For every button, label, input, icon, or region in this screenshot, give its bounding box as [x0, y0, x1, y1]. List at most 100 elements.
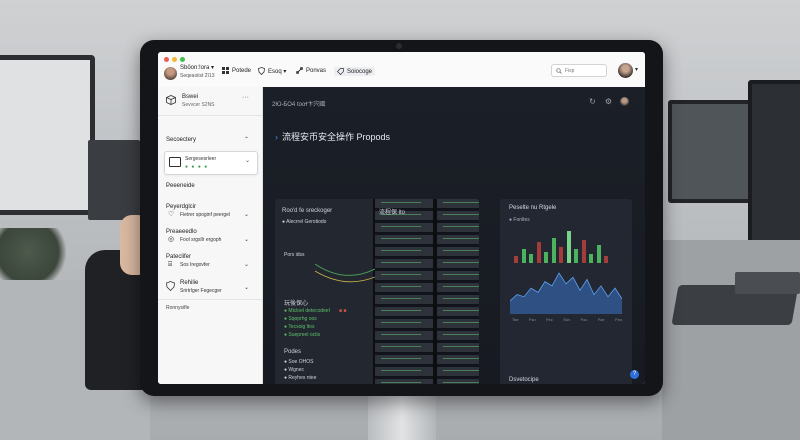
main-toolbar: ↻ ⚙ — [588, 97, 629, 106]
section-label: Pors idss — [284, 252, 305, 258]
chevron-down-icon[interactable]: ⌄ — [244, 211, 249, 218]
menu-label: Ponvas — [306, 67, 327, 74]
shield-icon — [166, 281, 175, 291]
background-monitor-right-1 — [668, 100, 756, 203]
screen: Sbōon:!ora ▾ Seqeaoiist 2ī13 Potede Esoq… — [158, 52, 645, 384]
menu-ponvas[interactable]: Ponvas — [296, 67, 326, 74]
sidebar-heading-pateclifer[interactable]: Pateclifer — [166, 254, 191, 260]
section-label: 玩後保心 — [284, 301, 309, 307]
sidebar: Bswei Sevvcer S2NS ··· Secoectery ⌃ Serg… — [158, 87, 263, 384]
chart-bar — [536, 242, 541, 263]
chart-bar — [529, 253, 533, 263]
axis-tick-label: Feo — [615, 317, 622, 322]
axis-tick-label: Fso — [528, 317, 536, 322]
key-icon: ⌸ — [168, 261, 173, 268]
breadcrumb[interactable]: 2Ю-БО4 tooɫ卞宍國 — [272, 99, 325, 108]
server-rack-panel[interactable]: Roo'd fe sreckoger ● Alecrrel Gerotiodo … — [275, 199, 479, 384]
sidebar-heading-preaeeedlo[interactable]: Preaeeedlo — [166, 229, 197, 235]
monitor-icon — [169, 157, 181, 167]
background-screen-left — [88, 140, 140, 220]
menu-esoq[interactable]: Esoq ▾ — [258, 67, 286, 75]
axis-tick-label: Foc — [580, 317, 588, 322]
monitor-stand — [368, 395, 436, 440]
user-avatar[interactable] — [620, 97, 629, 106]
page-title-text: 流程安币安全操作 Propods — [282, 132, 391, 142]
chevron-down-icon[interactable]: ⌄ — [244, 236, 249, 243]
axis-tick-label: Fec — [546, 317, 553, 322]
sidebar-item-label[interactable]: Srirtrlger Fegecger — [180, 288, 222, 294]
shield-icon — [258, 67, 265, 75]
profile-avatar[interactable] — [618, 63, 633, 78]
chart-bar — [514, 256, 518, 263]
sidebar-heading-peyerdglcir[interactable]: Peyerdglcir — [166, 204, 196, 210]
list-item: ● Reyhes ntee — [284, 375, 317, 381]
panel-title: Peselte nu Rtgele — [509, 205, 557, 211]
chevron-down-icon[interactable]: ▾ — [635, 66, 638, 73]
menu-potede[interactable]: Potede — [222, 67, 251, 74]
sidebar-item-label[interactable]: Sos Iregovfer — [180, 262, 210, 268]
page-title: › 流程安币安全操作 Propods — [275, 130, 390, 143]
sidebar-heading-rehilie[interactable]: Rehilie — [180, 280, 198, 286]
chart-bar — [604, 256, 608, 263]
chevron-down-icon[interactable]: ⌄ — [245, 157, 250, 164]
grid-icon — [222, 67, 229, 74]
server-rack-2 — [435, 199, 479, 384]
background-desk-right — [662, 240, 800, 440]
card-label: Sergesesrleer — [185, 156, 217, 162]
chevron-down-icon[interactable]: ⌄ — [244, 284, 249, 291]
menu-label: Potede — [232, 67, 252, 74]
cube-icon: ▫ — [166, 183, 169, 190]
chart-bar — [544, 251, 548, 263]
list-item: ● Suepreel octis — [284, 332, 321, 338]
chart-bar — [551, 237, 556, 263]
menu-label: Soiocoge — [347, 68, 373, 75]
search-placeholder: Fisp — [565, 67, 575, 74]
background-monitor-right-2 — [748, 80, 800, 258]
sidebar-subtitle: Sevvcer S2NS — [182, 102, 215, 108]
refresh-icon[interactable]: ↻ — [588, 97, 597, 106]
chart-bar — [521, 249, 526, 263]
close-dot[interactable] — [164, 57, 169, 62]
chart-bar — [559, 247, 563, 263]
status-dots: ● ● ● ● — [185, 164, 209, 170]
settings-icon[interactable]: ⚙ — [604, 97, 613, 106]
chart-axis: Toe Fso Fec Sov Foc Foe Feo — [512, 317, 622, 322]
menu-label: Esoq ▾ — [268, 68, 287, 75]
list-item: ● Soe OHOS — [284, 359, 314, 365]
sidebar-card-selected[interactable]: Sergesesrleer ● ● ● ● ⌄ — [164, 151, 258, 175]
section-label: Podes — [284, 349, 302, 355]
more-icon[interactable]: ··· — [242, 94, 249, 101]
search-input[interactable]: Fisp — [551, 64, 607, 77]
app-title[interactable]: Sbōon:!ora ▾ — [180, 65, 214, 72]
pin-icon: ◎ — [168, 236, 175, 243]
avatar[interactable] — [164, 67, 177, 80]
chart-bar — [589, 253, 593, 263]
section-label: Dsvetocipe — [509, 377, 539, 383]
status-marker: ■ ■ — [339, 308, 347, 314]
help-button[interactable]: ? — [630, 370, 639, 379]
axis-tick-label: Foe — [597, 317, 605, 322]
area-chart — [510, 272, 622, 314]
search-icon — [556, 67, 562, 74]
maximize-dot[interactable] — [180, 57, 185, 62]
list-item: ● Micloel detecodeel — [284, 308, 330, 314]
sidebar-section-title[interactable]: Secoectery — [166, 137, 196, 143]
background-plant — [0, 228, 70, 288]
metrics-panel[interactable]: Peselte nu Rtgele ● Fonltes Toe Fso Fec Sov… — [500, 199, 632, 384]
link-icon — [296, 67, 303, 74]
app-subtitle: Seqeaoiist 2ī13 — [180, 73, 215, 79]
chevron-down-icon[interactable]: ⌄ — [244, 261, 249, 268]
cable-decoration — [315, 263, 375, 283]
heart-icon: ♡ — [168, 211, 175, 218]
window-controls[interactable] — [164, 57, 185, 62]
chart-bar — [566, 231, 571, 263]
sidebar-item-label[interactable]: Fietrer spoginf peergel — [180, 212, 230, 218]
menu-soiocoge[interactable]: Soiocoge — [334, 67, 376, 76]
divider — [158, 115, 262, 116]
panel-title: Roo'd fe sreckoger — [282, 208, 333, 214]
rack-label: 流程保 lto — [379, 210, 406, 216]
chevron-up-icon[interactable]: ⌃ — [244, 136, 249, 143]
sidebar-footer[interactable]: Ronnysifle — [166, 305, 189, 311]
sidebar-item-label[interactable]: Fool srgsllr ergoph — [180, 237, 221, 243]
minimize-dot[interactable] — [172, 57, 177, 62]
